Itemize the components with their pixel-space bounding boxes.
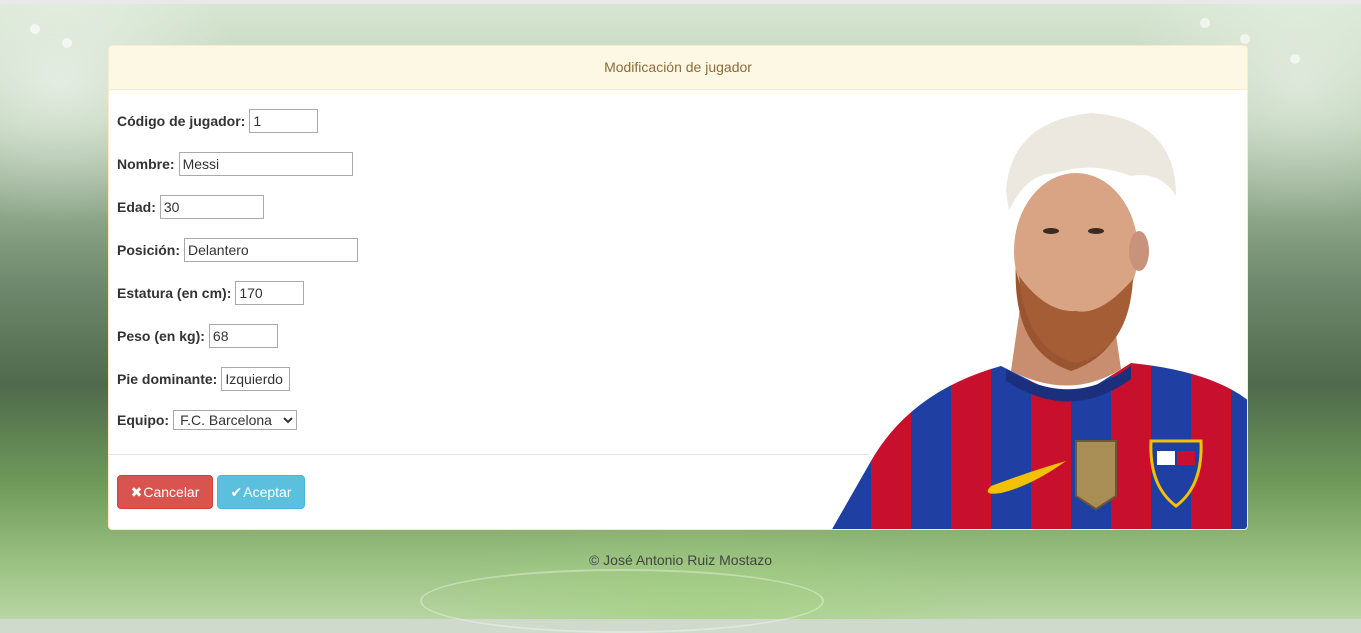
player-photo [832, 113, 1247, 529]
accept-label: Aceptar [243, 484, 292, 500]
posicion-row: Posición: [117, 238, 359, 262]
edad-input[interactable] [159, 195, 264, 219]
player-edit-panel: Modificación de jugador Código de jugado… [108, 45, 1248, 530]
posicion-input[interactable] [184, 238, 359, 262]
check-icon: ✔ [230, 483, 243, 500]
stadium-light [1240, 34, 1250, 44]
nombre-label: Nombre: [117, 156, 175, 172]
nombre-input[interactable] [178, 152, 353, 176]
close-icon: ✖ [130, 483, 143, 500]
estatura-row: Estatura (en cm): [117, 281, 305, 305]
pitch-circle [420, 569, 824, 633]
cancel-label: Cancelar [143, 484, 200, 500]
edad-label: Edad: [117, 199, 156, 215]
accept-button[interactable]: ✔ Aceptar [217, 475, 305, 509]
edad-row: Edad: [117, 195, 264, 219]
equipo-row: Equipo: F.C. Barcelona [117, 410, 298, 430]
codigo-row: Código de jugador: [117, 109, 319, 133]
panel-title: Modificación de jugador [109, 46, 1247, 90]
peso-label: Peso (en kg): [117, 328, 205, 344]
codigo-input[interactable] [249, 109, 319, 133]
stadium-light [62, 38, 72, 48]
posicion-label: Posición: [117, 242, 181, 258]
cancel-button[interactable]: ✖ Cancelar [117, 475, 213, 509]
estatura-label: Estatura (en cm): [117, 285, 232, 301]
footer-credit: © José Antonio Ruiz Mostazo [588, 552, 773, 568]
form-divider [109, 454, 869, 455]
estatura-input[interactable] [235, 281, 305, 305]
pie-input[interactable] [221, 367, 291, 391]
pie-label: Pie dominante: [117, 371, 218, 387]
peso-input[interactable] [208, 324, 278, 348]
pie-row: Pie dominante: [117, 367, 291, 391]
equipo-label: Equipo: [117, 412, 170, 428]
codigo-label: Código de jugador: [117, 113, 246, 129]
stadium-light [30, 24, 40, 34]
stadium-light [1200, 18, 1210, 28]
nombre-row: Nombre: [117, 152, 353, 176]
peso-row: Peso (en kg): [117, 324, 278, 348]
stadium-light [1290, 54, 1300, 64]
equipo-select[interactable]: F.C. Barcelona [173, 410, 298, 430]
